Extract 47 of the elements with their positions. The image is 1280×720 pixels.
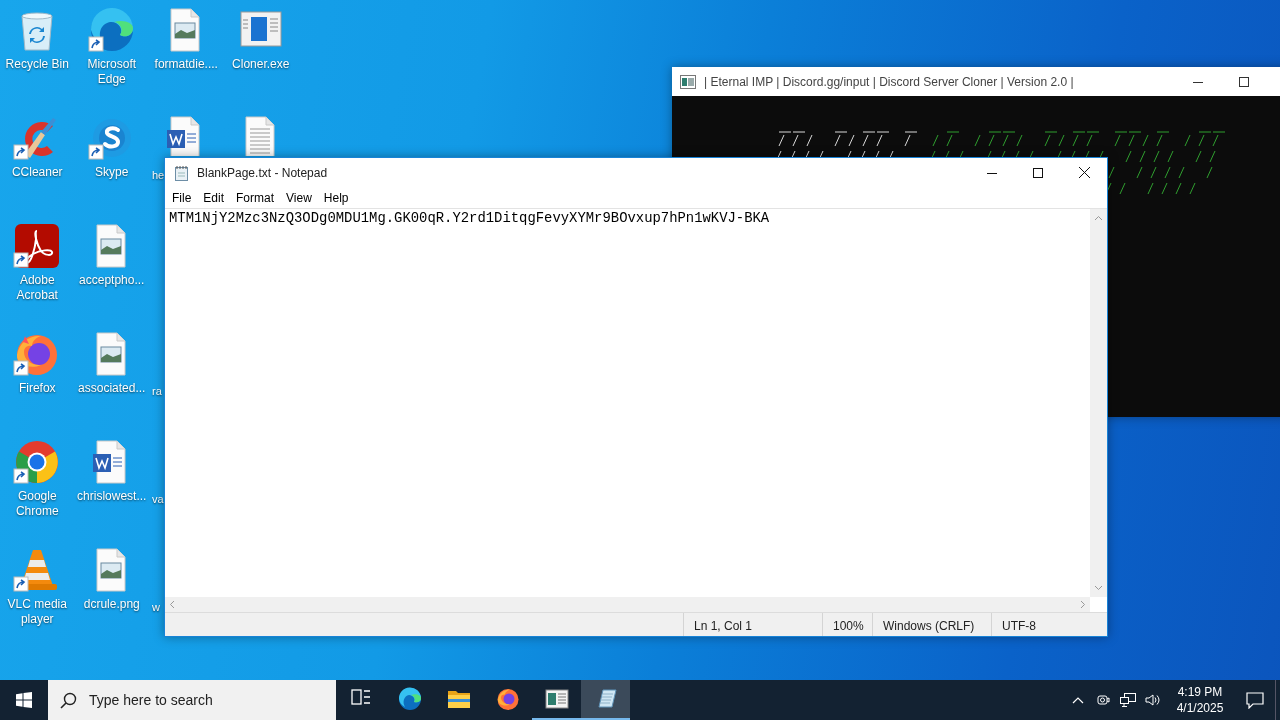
windows-logo-icon <box>16 692 32 708</box>
desktop-icon-label[interactable]: VLC media player <box>0 597 75 627</box>
maximize-icon <box>1033 167 1043 178</box>
desktop-icon-label[interactable]: Firefox <box>18 381 56 396</box>
menu-item[interactable]: Format <box>230 188 281 207</box>
search-icon <box>60 691 77 709</box>
status-bar-text: Ln 1, Col 1 <box>683 613 822 636</box>
status-bar-text: UTF-8 <box>991 613 1107 636</box>
desktop-icon-label[interactable]: associated... <box>78 381 146 396</box>
desktop-icon-label[interactable]: chrislowest... <box>77 489 147 504</box>
desktop-icon-label[interactable]: Google Chrome <box>0 489 75 519</box>
text-editor-content[interactable]: MTM1NjY2Mzc3NzQ3ODg0MDU1Mg.GK00qR.Y2rd1DitqgFevyXYMr9BOvxup7hPn1wKVJ-BKA <box>165 209 1090 597</box>
desktop-icon-label[interactable]: w <box>149 600 160 615</box>
menu-item[interactable]: Edit <box>197 188 231 207</box>
browser-logo-icon <box>397 687 422 711</box>
clock[interactable]: 4:19 PM 4/1/2025 <box>1165 684 1235 716</box>
browser-logo-icon[interactable] <box>87 6 136 54</box>
desktop-icon-label[interactable]: ra <box>149 384 162 399</box>
desktop-icon-label[interactable]: va <box>149 492 164 507</box>
fox-logo-icon <box>495 687 520 711</box>
program-window-icon <box>544 687 569 711</box>
menu-item[interactable]: View <box>280 188 318 207</box>
notepad-icon <box>174 164 189 181</box>
status-bar-text: Windows (CRLF) <box>872 613 991 636</box>
window-title: | Eternal IMP | Discord.gg/input | Discord Server Cloner | Version 2.0 | <box>704 73 1074 91</box>
window-title: BlankPage.txt - Notepad <box>197 164 328 182</box>
desktop-icon-label[interactable]: Cloner.exe <box>232 57 290 72</box>
maximize-icon <box>1239 76 1249 87</box>
desktop-icon-label[interactable]: CCleaner <box>11 165 63 180</box>
desktop-icon-label[interactable]: Skype <box>95 165 129 180</box>
desktop-icon-label[interactable]: formatdie.... <box>154 57 218 72</box>
chevron-up-icon <box>1071 696 1084 704</box>
desktop-icon-label[interactable]: dcrule.png <box>83 597 140 612</box>
desktop-icon-label[interactable]: Recycle Bin <box>5 57 69 72</box>
close-icon <box>1078 167 1090 178</box>
search-bar[interactable]: Type here to search <box>48 680 336 720</box>
desktop-icon-label[interactable]: he <box>149 168 165 183</box>
desktop-icon-label[interactable]: acceptpho... <box>79 273 145 288</box>
console-window-icon <box>680 74 696 89</box>
search-field[interactable]: Type here to search <box>87 688 317 712</box>
desktop-icon-label[interactable]: Adobe Acrobat <box>0 273 75 303</box>
status-bar-text: 100% <box>822 613 872 636</box>
desktop-icon-label[interactable]: Microsoft Edge <box>74 57 149 87</box>
taskbar-app-button[interactable] <box>581 680 630 720</box>
pdf-logo-icon[interactable] <box>13 222 62 270</box>
menu-item[interactable]: File <box>166 188 198 207</box>
menu-item[interactable]: Help <box>317 188 355 207</box>
